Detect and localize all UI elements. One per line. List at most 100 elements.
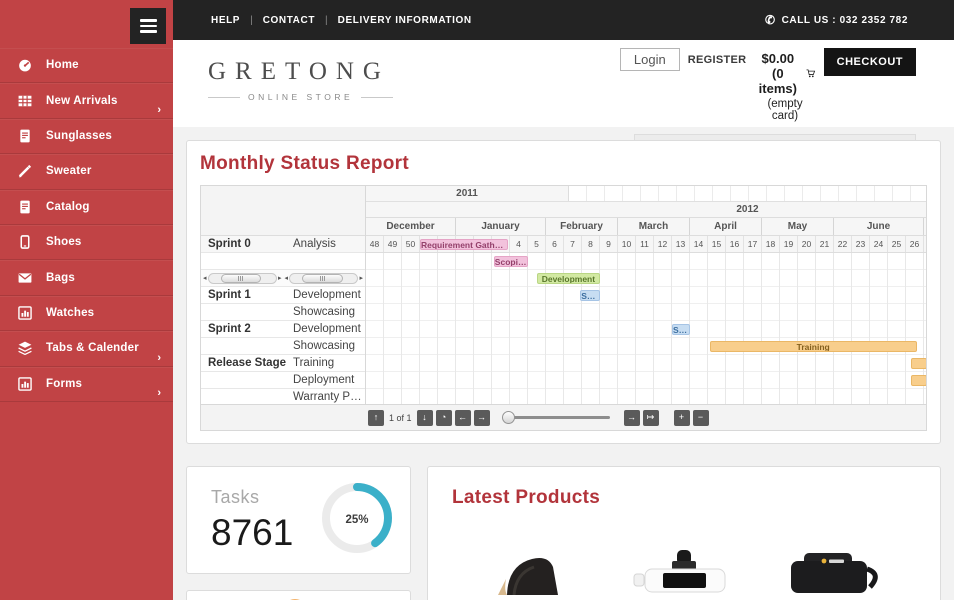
- gantt-year-row: 2011: [366, 186, 926, 202]
- product-image-sandal[interactable]: [480, 549, 584, 595]
- sidebar-item-new-arrivals[interactable]: New Arrivals ›: [0, 83, 173, 119]
- product-image-camera[interactable]: [784, 549, 888, 595]
- divider: |: [250, 14, 253, 26]
- gantt-page-down-button[interactable]: ↓: [416, 409, 433, 426]
- gantt-bars-layer: Requirement Gathering Scoping Development S…: [366, 236, 926, 404]
- gantt-bar[interactable]: Showcasing: [580, 290, 600, 301]
- gantt-bar[interactable]: [911, 375, 926, 386]
- register-link[interactable]: REGISTER: [688, 54, 747, 66]
- gantt-bar[interactable]: [911, 358, 926, 369]
- layers-icon: [18, 341, 32, 356]
- scrollbar-track[interactable]: [289, 272, 359, 284]
- gantt-page-up-button[interactable]: ↑: [368, 409, 384, 426]
- gantt-bar[interactable]: Scoping: [493, 256, 528, 267]
- store-logo[interactable]: GRETONG ONLINE STORE: [208, 58, 394, 127]
- cart-link[interactable]: $0.00 (0 items): [754, 51, 816, 96]
- gantt-month-row: December January February March April May June: [366, 218, 926, 236]
- gantt-task-name: Showcasing: [293, 340, 356, 352]
- login-button[interactable]: Login: [619, 48, 680, 71]
- gantt-task-name: Deployment: [293, 374, 355, 386]
- header-right: Login REGISTER $0.00 (0 items) (empty ca…: [619, 40, 916, 162]
- gantt-bar[interactable]: Showcasing: [672, 324, 690, 335]
- gantt-row-label: Deployment: [201, 372, 365, 389]
- product-image-phone-holder[interactable]: [632, 549, 736, 595]
- month-cell: December: [366, 218, 456, 235]
- chevron-right-icon: ›: [157, 103, 161, 116]
- gantt-controls: ↑ 1 of 1 ↓ ◔ ← → → ↦ + −: [200, 405, 927, 431]
- gantt-bar[interactable]: Training: [709, 341, 917, 352]
- scrollbar-thumb[interactable]: [302, 273, 343, 283]
- sidebar-item-bags[interactable]: Bags: [0, 260, 173, 296]
- tasks-widget: Tasks 8761 25%: [186, 466, 411, 574]
- topbar-link-help[interactable]: HELP: [211, 15, 240, 26]
- year-cell: 2012: [736, 204, 759, 215]
- gantt-year-row: 2012: [366, 202, 926, 218]
- topbar-link-contact[interactable]: CONTACT: [263, 15, 315, 26]
- sidebar-item-catalog[interactable]: Catalog: [0, 190, 173, 225]
- tasks-title: Tasks: [211, 486, 260, 507]
- gantt-scroll-end-button[interactable]: ↦: [642, 409, 659, 426]
- products-row: [452, 549, 916, 595]
- gantt-task-name: Showcasing: [293, 306, 356, 318]
- gantt-next-button[interactable]: →: [473, 409, 490, 426]
- pencil-icon: [18, 165, 32, 178]
- sidebar-item-forms[interactable]: Forms ›: [0, 367, 173, 402]
- bottom-row: Tasks 8761 25% Latest Products: [186, 466, 941, 600]
- gantt-row-label: Showcasing: [201, 304, 365, 321]
- scroll-left-icon[interactable]: ◂: [285, 273, 289, 284]
- checkout-button[interactable]: CHECKOUT: [823, 48, 916, 76]
- scroll-left-icon[interactable]: ◂: [203, 273, 207, 284]
- cart-empty-label: (empty card): [767, 98, 803, 122]
- slider-handle[interactable]: [501, 411, 515, 424]
- sidebar-item-label: Catalog: [46, 200, 90, 213]
- mini-scrollbar[interactable]: ◂ ▸: [203, 272, 282, 284]
- account-row: Login REGISTER $0.00 (0 items) (empty ca…: [619, 48, 916, 122]
- topbar-links: HELP | CONTACT | DELIVERY INFORMATION: [211, 15, 472, 26]
- widgets-column: Tasks 8761 25%: [186, 466, 411, 600]
- call-us[interactable]: ✆ CALL US : 032 2352 782: [764, 12, 908, 27]
- donut-percent-label: 25%: [345, 514, 369, 526]
- scroll-right-icon[interactable]: ▸: [359, 273, 363, 284]
- scrollbar-thumb[interactable]: [220, 273, 262, 283]
- tasks-info: Tasks 8761: [211, 487, 293, 554]
- gantt-scroll-right-button[interactable]: →: [623, 409, 640, 426]
- gantt-row-label: Sprint 2 Development: [201, 321, 365, 338]
- gantt-left-header: [201, 186, 365, 236]
- sidebar-item-label: Sunglasses: [46, 129, 112, 142]
- secondary-widget-card: [186, 590, 411, 600]
- tablet-icon: [20, 235, 30, 249]
- scrollbar-track[interactable]: [207, 272, 277, 284]
- gantt-task-name: Warranty Period: [293, 391, 365, 403]
- topbar-link-delivery-information[interactable]: DELIVERY INFORMATION: [338, 15, 472, 26]
- gantt-bar[interactable]: Development: [537, 273, 600, 284]
- logo-text: GRETONG: [208, 58, 390, 85]
- gantt-prev-button[interactable]: ←: [454, 409, 471, 426]
- sidebar-item-label: Sweater: [46, 165, 92, 178]
- gantt-now-button[interactable]: ◔: [435, 409, 452, 426]
- menu-toggle-button[interactable]: [130, 8, 166, 44]
- gantt-sprint-name: Sprint 0: [208, 238, 251, 250]
- sidebar-item-watches[interactable]: Watches: [0, 296, 173, 332]
- sidebar-item-sweater[interactable]: Sweater: [0, 154, 173, 190]
- sidebar-item-shoes[interactable]: Shoes: [0, 225, 173, 261]
- gantt-chart: Sprint 0 Analysis ◂ ▸ ◂ ▸ Sprint 1 Development S…: [200, 185, 927, 405]
- sidebar-item-tabs-calender[interactable]: Tabs & Calender ›: [0, 331, 173, 367]
- chevron-right-icon: ›: [157, 386, 161, 399]
- gantt-zoom-in-button[interactable]: +: [673, 409, 690, 426]
- gantt-row-label: Sprint 0 Analysis: [201, 236, 365, 253]
- mini-scrollbar[interactable]: ◂ ▸: [285, 272, 363, 284]
- chevron-right-icon: ›: [157, 351, 161, 364]
- monthly-status-report-card: Monthly Status Report Sprint 0 Analysis ◂ ▸…: [186, 140, 941, 444]
- tasks-donut-chart: 25%: [318, 479, 396, 562]
- gantt-zoom-slider[interactable]: [501, 411, 610, 424]
- sidebar-item-sunglasses[interactable]: Sunglasses: [0, 119, 173, 155]
- scroll-right-icon[interactable]: ▸: [278, 273, 282, 284]
- header: GRETONG ONLINE STORE Login REGISTER $0.0…: [173, 40, 954, 162]
- gantt-scrollbar-row: ◂ ▸ ◂ ▸: [201, 270, 365, 287]
- sidebar-item-home[interactable]: Home: [0, 48, 173, 84]
- divider: [208, 96, 240, 98]
- gantt-zoom-out-button[interactable]: −: [692, 409, 709, 426]
- table-icon: [18, 95, 32, 106]
- gantt-task-name: Development: [293, 289, 361, 301]
- gantt-bar[interactable]: Requirement Gathering: [420, 239, 508, 250]
